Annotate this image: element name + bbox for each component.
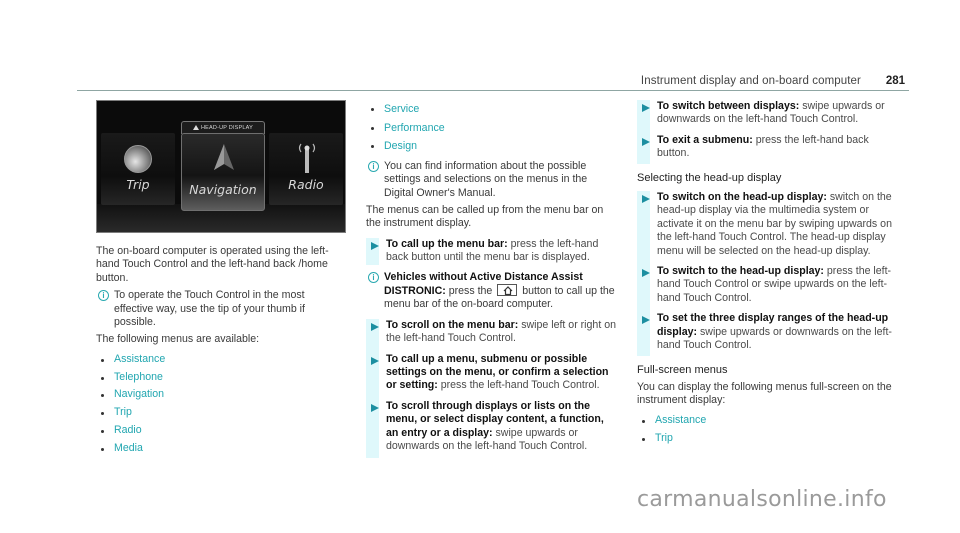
menu-link-media[interactable]: Media — [96, 440, 346, 458]
home-icon — [503, 286, 513, 296]
section-heading-full-screen: Full-screen menus — [637, 363, 728, 376]
menu-list: Assistance Telephone Navigation Trip Rad… — [96, 351, 346, 458]
triangle-up-icon — [192, 125, 199, 130]
step-arrow-icon — [642, 195, 650, 204]
step-group-b: To switch on the head-up display: switch… — [637, 191, 899, 356]
watermark: carmanualsonline.info — [637, 487, 887, 512]
menu-link-navigation[interactable]: Navigation — [96, 386, 346, 404]
info-note: i To operate the Touch Control in the mo… — [96, 289, 346, 329]
radio-antenna-icon — [298, 143, 316, 173]
step-switch-on-hud: To switch on the head-up display: switch… — [637, 191, 899, 259]
step-arrow-icon — [371, 241, 379, 250]
step-group-a: To switch between displays: swipe upward… — [637, 100, 899, 164]
step-arrow-icon — [371, 356, 379, 365]
home-button-glyph — [497, 284, 518, 297]
menu-tile-radio: Radio — [269, 133, 343, 205]
menu-link-telephone[interactable]: Telephone — [96, 369, 346, 387]
trip-dial-icon — [124, 145, 152, 173]
step-scroll-menu-bar: To scroll on the menu bar: swipe left or… — [366, 318, 616, 346]
step-arrow-icon — [642, 316, 650, 325]
full-screen-menu-list: Assistance Trip — [637, 412, 899, 448]
menu-tile-trip: Trip — [101, 133, 175, 205]
menu-link-radio[interactable]: Radio — [96, 422, 346, 440]
full-screen-paragraph: You can display the following menus full… — [637, 380, 892, 407]
step-call-up-menu-bar: To call up the menu bar: press the left-… — [366, 237, 616, 265]
step-arrow-icon — [371, 322, 379, 331]
info-icon: i — [368, 160, 379, 172]
step-arrow-icon — [371, 403, 379, 412]
step-group: To scroll on the menu bar: swipe left or… — [366, 318, 616, 458]
step-arrow-icon — [642, 269, 650, 278]
step-set-display-ranges: To set the three display ranges of the h… — [637, 305, 899, 356]
step-arrow-icon — [642, 104, 650, 112]
info-icon: i — [98, 290, 109, 302]
step-call-up-menu: To call up a menu, submenu or possible s… — [366, 345, 616, 394]
navigation-arrow-icon — [214, 144, 234, 170]
page-number: 281 — [885, 75, 905, 87]
step-exit-submenu: To exit a submenu: press the left-hand b… — [637, 126, 899, 164]
header-rule — [77, 90, 909, 91]
menu-link-trip[interactable]: Trip — [96, 404, 346, 422]
menu-bar-paragraph: The menus can be called up from the menu… — [366, 204, 604, 230]
menu-link-assistance[interactable]: Assistance — [637, 412, 899, 430]
info-note: i You can find information about the pos… — [366, 160, 616, 200]
menu-link-performance[interactable]: Performance — [366, 119, 616, 138]
menu-bar-figure: HEAD-UP DISPLAY Trip Navigation Radio — [96, 100, 346, 233]
menu-link-service[interactable]: Service — [366, 100, 616, 119]
section-heading-select-hud: Selecting the head-up display — [637, 171, 782, 184]
column-3: To switch between displays: swipe upward… — [637, 100, 899, 447]
column-2: Service Performance Design i You can fin… — [366, 100, 616, 458]
intro-paragraph: The on-board computer is operated using … — [96, 245, 329, 284]
step-scroll-displays: To scroll through displays or lists on t… — [366, 392, 616, 458]
info-note-distronic: i Vehicles without Active Distance Assis… — [366, 271, 616, 312]
step-switch-to-hud: To switch to the head-up display: press … — [637, 258, 899, 306]
menu-link-design[interactable]: Design — [366, 137, 616, 156]
page-header: Instrument display and on-board computer… — [77, 75, 909, 91]
menu-link-assistance[interactable]: Assistance — [96, 351, 346, 369]
section-title: Instrument display and on-board computer — [640, 75, 861, 87]
step-arrow-icon — [642, 137, 650, 146]
info-icon: i — [368, 271, 379, 283]
menu-link-trip[interactable]: Trip — [637, 430, 899, 448]
menus-intro: The following menus are available: — [96, 333, 260, 346]
column-1: HEAD-UP DISPLAY Trip Navigation Radio Th… — [96, 100, 346, 458]
menu-tile-navigation: Navigation — [181, 133, 265, 211]
step-switch-displays: To switch between displays: swipe upward… — [637, 100, 899, 127]
menu-list-continued: Service Performance Design — [366, 100, 616, 156]
